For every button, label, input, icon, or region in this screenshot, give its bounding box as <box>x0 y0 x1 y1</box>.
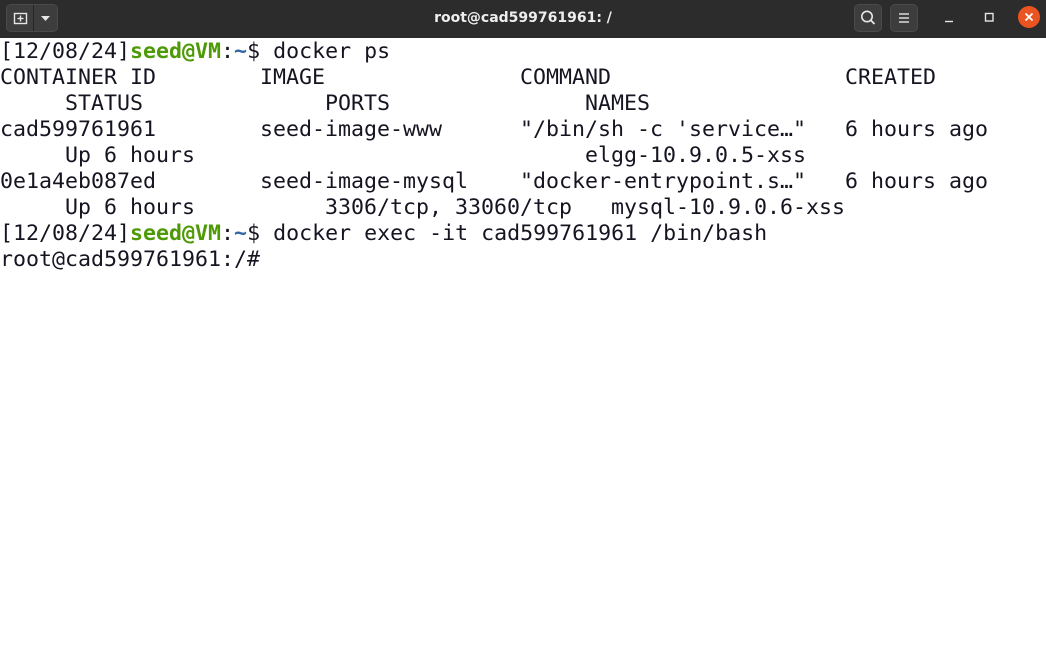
prompt-path: ~ <box>234 221 248 246</box>
table-header-line: STATUS PORTS NAMES <box>0 91 651 116</box>
table-row-line: Up 6 hours elgg-10.9.0.5-xss <box>0 143 807 168</box>
prompt-colon: : <box>221 39 235 64</box>
close-icon <box>1018 6 1040 28</box>
prompt-dollar: $ <box>247 221 274 246</box>
search-icon <box>855 5 881 31</box>
prompt-user: seed@VM <box>130 39 222 64</box>
maximize-icon[interactable] <box>978 6 1000 28</box>
table-row-line: cad599761961 seed-image-www "/bin/sh -c … <box>0 117 989 142</box>
minimize-icon[interactable] <box>938 6 960 28</box>
prompt-date: [12/08/24] <box>0 221 131 246</box>
table-row-line: Up 6 hours 3306/tcp, 33060/tcp mysql-10.… <box>0 195 846 220</box>
terminal-output[interactable]: [12/08/24]seed@VM:~$ docker ps CONTAINER… <box>0 38 1046 658</box>
root-prompt-line: root@cad599761961:/# <box>0 247 261 272</box>
prompt-date: [12/08/24] <box>0 39 131 64</box>
prompt-line-2: [12/08/24]seed@VM:~$ docker exec -it cad… <box>0 221 767 247</box>
prompt-dollar: $ <box>247 39 274 64</box>
hamburger-menu-icon <box>891 5 917 31</box>
prompt-user: seed@VM <box>130 221 222 246</box>
prompt-path: ~ <box>234 39 248 64</box>
search-button[interactable] <box>854 4 882 32</box>
prompt-colon: : <box>221 221 235 246</box>
command-text: docker exec -it cad599761961 /bin/bash <box>273 221 768 246</box>
table-header-line: CONTAINER ID IMAGE COMMAND CREATED <box>0 65 937 90</box>
table-row-line: 0e1a4eb087ed seed-image-mysql "docker-en… <box>0 169 989 194</box>
menu-button[interactable] <box>890 4 918 32</box>
command-text: docker ps <box>273 39 391 64</box>
terminal-window: root@cad599761961: / [12/08/24]seed@VM:~… <box>0 0 1046 658</box>
prompt-line-1: [12/08/24]seed@VM:~$ docker ps <box>0 39 390 65</box>
title-bar[interactable]: root@cad599761961: / <box>0 0 1046 38</box>
close-button[interactable] <box>1018 6 1040 28</box>
